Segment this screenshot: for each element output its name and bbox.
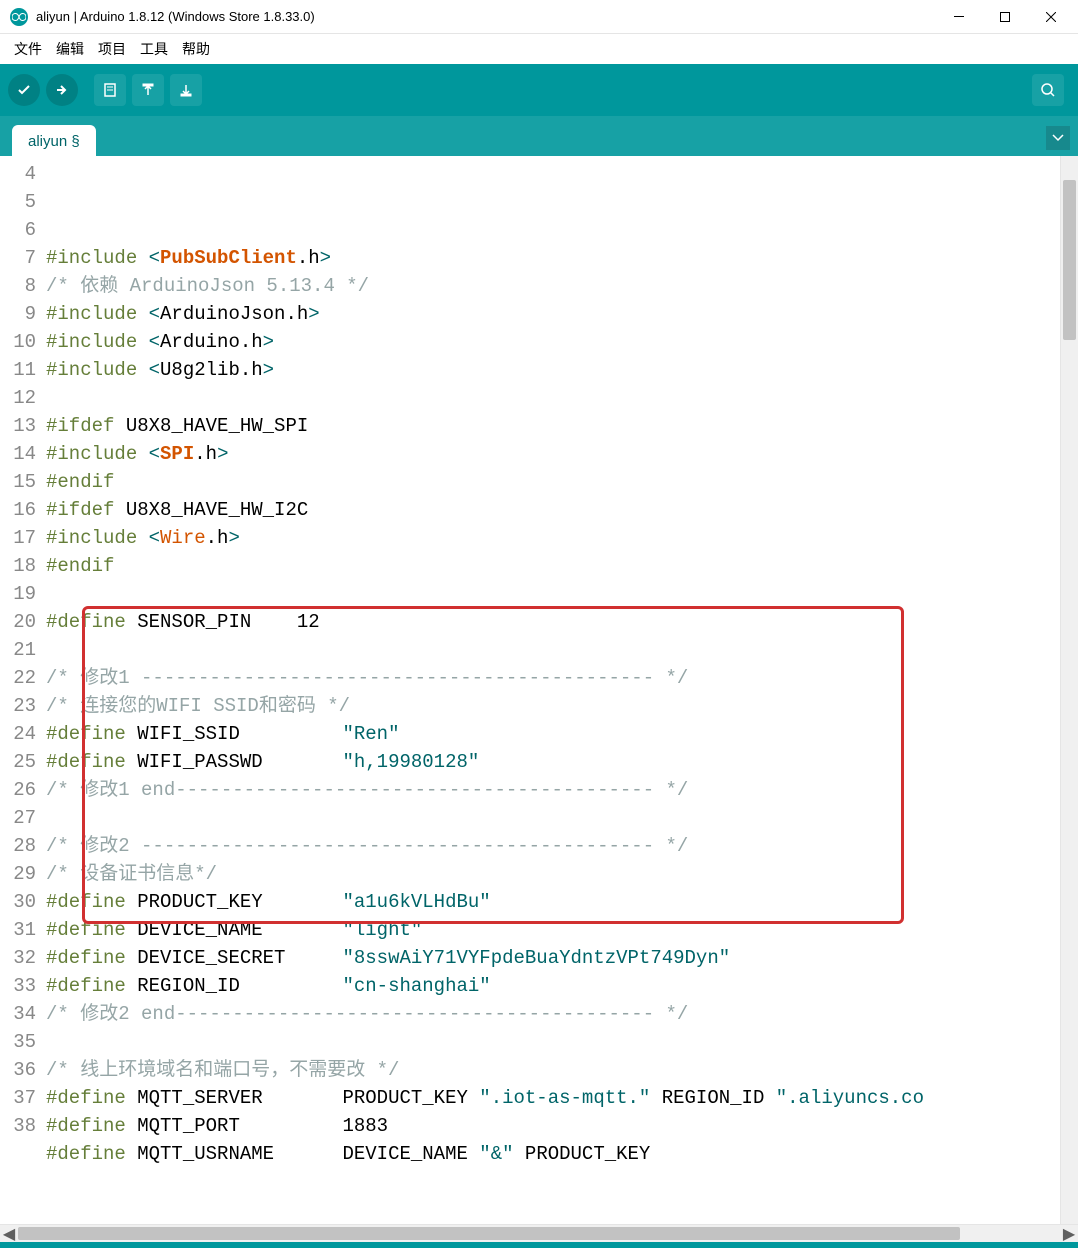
verify-button[interactable] <box>8 74 40 106</box>
tabbar: aliyun § <box>0 116 1078 156</box>
upload-button[interactable] <box>46 74 78 106</box>
minimize-button[interactable] <box>936 0 982 34</box>
serial-monitor-button[interactable] <box>1032 74 1064 106</box>
menu-edit[interactable]: 编辑 <box>50 37 90 61</box>
close-button[interactable] <box>1028 0 1074 34</box>
menu-sketch[interactable]: 项目 <box>92 37 132 61</box>
code-editor[interactable]: 4567891011121314151617181920212223242526… <box>0 156 1060 1224</box>
scroll-left-icon[interactable]: ◀ <box>0 1224 18 1244</box>
menu-file[interactable]: 文件 <box>8 37 48 61</box>
horizontal-scrollbar[interactable]: ◀ ▶ <box>0 1224 1078 1242</box>
scroll-right-icon[interactable]: ▶ <box>1060 1224 1078 1244</box>
tab-aliyun[interactable]: aliyun § <box>12 125 96 156</box>
editor-area: 4567891011121314151617181920212223242526… <box>0 156 1078 1224</box>
tab-dropdown-button[interactable] <box>1046 126 1070 150</box>
titlebar: aliyun | Arduino 1.8.12 (Windows Store 1… <box>0 0 1078 34</box>
menubar: 文件 编辑 项目 工具 帮助 <box>0 34 1078 64</box>
code-body[interactable]: #include <PubSubClient.h>/* 依赖 ArduinoJs… <box>42 156 924 1224</box>
vertical-scrollbar[interactable] <box>1060 156 1078 1224</box>
arduino-logo-icon <box>10 8 28 26</box>
menu-help[interactable]: 帮助 <box>176 37 216 61</box>
save-button[interactable] <box>170 74 202 106</box>
menu-tools[interactable]: 工具 <box>134 37 174 61</box>
maximize-button[interactable] <box>982 0 1028 34</box>
toolbar <box>0 64 1078 116</box>
statusbar <box>0 1242 1078 1248</box>
vertical-scrollbar-thumb[interactable] <box>1063 180 1076 340</box>
open-button[interactable] <box>132 74 164 106</box>
window-title: aliyun | Arduino 1.8.12 (Windows Store 1… <box>36 9 936 24</box>
new-button[interactable] <box>94 74 126 106</box>
horizontal-scrollbar-thumb[interactable] <box>18 1227 960 1240</box>
line-gutter: 4567891011121314151617181920212223242526… <box>0 156 42 1224</box>
